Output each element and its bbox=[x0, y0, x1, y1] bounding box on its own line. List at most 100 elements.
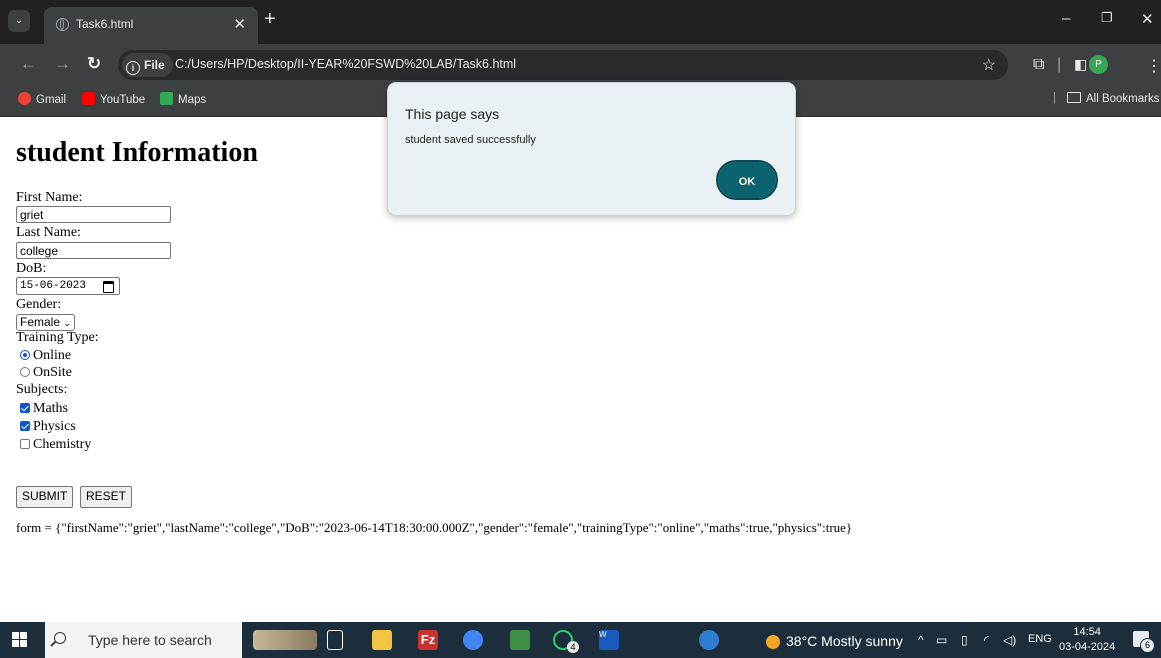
notepad-icon[interactable] bbox=[510, 630, 530, 650]
online-radio[interactable] bbox=[20, 350, 30, 360]
tab-title: Task6.html bbox=[76, 17, 134, 31]
subjects-label: Subjects: bbox=[16, 382, 68, 397]
taskbar-search-placeholder: Type here to search bbox=[88, 632, 212, 648]
gmail-icon bbox=[18, 92, 31, 105]
extensions-icon[interactable]: ⧉ bbox=[1033, 56, 1044, 74]
side-panel-icon[interactable]: ◧ bbox=[1074, 56, 1087, 73]
dob-value: 15-06-2023 bbox=[20, 280, 87, 292]
ok-button[interactable]: OK bbox=[716, 160, 778, 200]
maps-icon bbox=[160, 92, 173, 105]
chemistry-label: Chemistry bbox=[33, 437, 92, 452]
language-indicator[interactable]: ENG bbox=[1028, 633, 1052, 645]
dob-label: DoB: bbox=[16, 261, 47, 276]
gender-label: Gender: bbox=[16, 297, 62, 312]
form-result-text: form = {"firstName":"griet","lastName":"… bbox=[16, 520, 853, 535]
whatsapp-icon[interactable]: 4 bbox=[553, 630, 579, 653]
notification-count: 6 bbox=[1140, 638, 1155, 653]
forward-button[interactable]: → bbox=[54, 54, 71, 74]
browser-toolbar: ← → ↻ i File C:/Users/HP/Desktop/II-YEAR%… bbox=[0, 44, 1161, 86]
close-window-button[interactable]: ✕ bbox=[1141, 10, 1154, 28]
weather-text: 38°C Mostly sunny bbox=[786, 633, 903, 649]
tab-bar: ⌄ Task6.html ✕ + – ❐ ✕ bbox=[0, 0, 1161, 44]
bookmark-youtube[interactable]: YouTube bbox=[82, 92, 145, 106]
new-tab-button[interactable]: + bbox=[264, 8, 276, 31]
chevron-down-icon: ⌄ bbox=[63, 318, 71, 328]
folder-icon bbox=[1067, 92, 1081, 103]
taskbar-clock[interactable]: 14:54 03-04-2024 bbox=[1059, 625, 1115, 655]
tray-overflow-icon[interactable]: ^ bbox=[918, 633, 924, 647]
taskbar: Type here to search Fz 4 W 38°C Mostly s… bbox=[0, 622, 1161, 658]
network-icon[interactable]: ▭ bbox=[936, 633, 947, 647]
first-name-input[interactable]: griet bbox=[16, 206, 171, 223]
subject-maths-option[interactable]: Maths bbox=[20, 401, 68, 417]
youtube-icon bbox=[82, 92, 95, 105]
clock-time: 14:54 bbox=[1073, 626, 1101, 638]
whatsapp-badge: 4 bbox=[567, 641, 579, 653]
file-explorer-icon[interactable] bbox=[372, 630, 392, 650]
menu-icon[interactable]: ⋮ bbox=[1146, 56, 1161, 76]
physics-label: Physics bbox=[33, 419, 76, 434]
bookmark-star-icon[interactable]: ☆ bbox=[982, 55, 996, 75]
back-button[interactable]: ← bbox=[20, 54, 37, 74]
restore-button[interactable]: ❐ bbox=[1101, 10, 1113, 26]
word-icon[interactable]: W bbox=[599, 630, 619, 650]
search-icon bbox=[54, 632, 66, 644]
globe-icon bbox=[56, 18, 69, 31]
submit-button[interactable]: SUBMIT bbox=[16, 486, 74, 508]
training-onsite-option[interactable]: OnSite bbox=[20, 365, 72, 381]
volume-icon[interactable]: ◁) bbox=[1003, 633, 1016, 647]
weather-widget[interactable]: 38°C Mostly sunny bbox=[766, 633, 903, 649]
dob-date-input[interactable]: 15-06-2023 bbox=[16, 277, 120, 295]
bookmarks-divider: | bbox=[1053, 92, 1056, 104]
url-text: C:/Users/HP/Desktop/II-YEAR%20FSWD%20LAB… bbox=[175, 57, 517, 71]
gender-value: Female bbox=[20, 315, 61, 329]
dialog-message: student saved successfully bbox=[405, 134, 536, 146]
close-tab-icon[interactable]: ✕ bbox=[233, 15, 246, 33]
physics-checkbox[interactable] bbox=[20, 421, 30, 431]
reload-button[interactable]: ↻ bbox=[87, 54, 101, 74]
site-info-chip[interactable]: i File bbox=[122, 53, 173, 77]
minimize-button[interactable]: – bbox=[1062, 10, 1070, 27]
chemistry-checkbox[interactable] bbox=[20, 439, 30, 449]
training-online-option[interactable]: Online bbox=[20, 348, 71, 364]
wifi-icon[interactable]: ◜ bbox=[984, 633, 989, 647]
maths-label: Maths bbox=[33, 401, 68, 416]
address-bar[interactable]: i File C:/Users/HP/Desktop/II-YEAR%20FSWD… bbox=[118, 50, 1008, 80]
windows-start-icon[interactable] bbox=[12, 632, 28, 648]
clock-date: 03-04-2024 bbox=[1059, 641, 1116, 653]
onsite-radio[interactable] bbox=[20, 367, 30, 377]
task-view-icon[interactable] bbox=[327, 630, 343, 650]
subject-physics-option[interactable]: Physics bbox=[20, 419, 76, 435]
taskbar-search-box[interactable]: Type here to search bbox=[45, 622, 242, 658]
all-bookmarks-label: All Bookmarks bbox=[1086, 93, 1160, 105]
battery-icon[interactable]: ▯ bbox=[961, 633, 968, 647]
weather-icon bbox=[766, 635, 780, 649]
tab-task6[interactable]: Task6.html ✕ bbox=[44, 7, 258, 44]
online-label: Online bbox=[33, 348, 72, 363]
last-name-label: Last Name: bbox=[16, 225, 81, 240]
training-type-label: Training Type: bbox=[16, 330, 99, 345]
maths-checkbox[interactable] bbox=[20, 403, 30, 413]
profile-avatar[interactable]: P bbox=[1089, 55, 1108, 74]
filezilla-icon[interactable]: Fz bbox=[418, 630, 438, 650]
subject-chemistry-option[interactable]: Chemistry bbox=[20, 437, 91, 453]
bookmark-label: Maps bbox=[178, 94, 207, 106]
search-highlight-icon[interactable] bbox=[253, 630, 317, 650]
chrome-icon[interactable] bbox=[463, 630, 483, 650]
calendar-icon[interactable] bbox=[103, 281, 114, 293]
last-name-input[interactable]: college bbox=[16, 242, 171, 259]
bookmark-maps[interactable]: Maps bbox=[160, 92, 206, 106]
reset-button[interactable]: RESET bbox=[80, 486, 133, 508]
first-name-label: First Name: bbox=[16, 190, 83, 205]
gender-select[interactable]: Female ⌄ bbox=[16, 314, 75, 331]
site-info-label: File bbox=[144, 58, 165, 72]
help-icon[interactable] bbox=[699, 630, 719, 650]
all-bookmarks-button[interactable]: All Bookmarks bbox=[1067, 92, 1160, 105]
tab-search-button[interactable]: ⌄ bbox=[8, 10, 30, 32]
alert-dialog: This page says student saved successfull… bbox=[387, 82, 796, 216]
dialog-title: This page says bbox=[405, 106, 500, 122]
bookmark-gmail[interactable]: Gmail bbox=[18, 92, 66, 106]
notification-icon[interactable]: 6 bbox=[1133, 631, 1155, 653]
page-title: student Information bbox=[16, 137, 258, 168]
bookmark-label: Gmail bbox=[36, 94, 67, 106]
